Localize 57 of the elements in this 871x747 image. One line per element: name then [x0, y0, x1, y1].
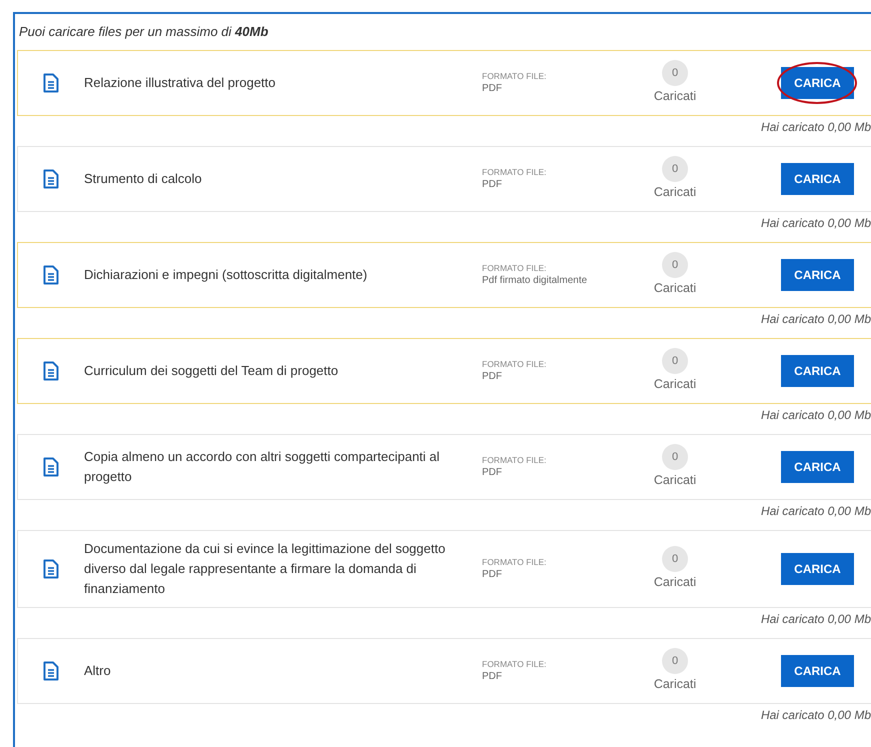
uploaded-size-note: Hai caricato 0,00 Mb — [760, 311, 871, 328]
upload-button[interactable]: CARICA — [781, 67, 854, 99]
uploaded-size-note: Hai caricato 0,00 Mb — [760, 611, 871, 628]
document-icon — [43, 661, 59, 681]
document-icon — [43, 169, 59, 189]
uploaded-size-note: Hai caricato 0,00 Mb — [760, 215, 871, 232]
uploaded-count-label: Caricati — [654, 376, 696, 394]
document-title: Altro — [84, 662, 112, 680]
file-format: PDF — [482, 670, 503, 684]
document-title: Documentazione da cui si evince la legittimazione del soggetto diverso dal legale rappresentante a firmare la domanda di finanziamento — [84, 540, 446, 598]
uploaded-count-label: Caricati — [654, 280, 696, 298]
upload-count-badge: 0 — [662, 444, 688, 470]
uploaded-count-label: Caricati — [654, 676, 696, 694]
uploaded-size-note: Hai caricato 0,00 Mb — [760, 503, 871, 520]
document-title: Dichiarazioni e impegni (sottoscritta digitalmente) — [84, 266, 368, 284]
format-label: FORMATO FILE: — [482, 556, 548, 568]
document-icon — [43, 559, 59, 579]
upload-count-badge: 0 — [662, 648, 688, 674]
upload-button[interactable]: CARICA — [781, 259, 854, 291]
format-label: FORMATO FILE: — [482, 70, 548, 82]
upload-count-badge: 0 — [662, 252, 688, 278]
upload-button[interactable]: CARICA — [781, 553, 854, 585]
file-format: PDF — [482, 466, 503, 480]
uploaded-count-label: Caricati — [654, 184, 696, 202]
uploaded-size-note: Hai caricato 0,00 Mb — [760, 119, 871, 136]
file-format: PDF — [482, 82, 503, 96]
file-format: PDF — [482, 370, 503, 384]
document-icon — [43, 361, 59, 381]
upload-count-badge: 0 — [662, 348, 688, 374]
format-label: FORMATO FILE: — [482, 454, 548, 466]
format-label: FORMATO FILE: — [482, 262, 548, 274]
upload-count-badge: 0 — [662, 60, 688, 86]
document-icon — [43, 457, 59, 477]
format-label: FORMATO FILE: — [482, 358, 548, 370]
uploaded-size-note: Hai caricato 0,00 Mb — [760, 707, 871, 724]
upload-button[interactable]: CARICA — [781, 655, 854, 687]
file-format: Pdf firmato digitalmente — [482, 274, 588, 288]
format-label: FORMATO FILE: — [482, 166, 548, 178]
document-icon — [43, 265, 59, 285]
upload-limit-note: Puoi caricare files per un massimo di 40Mb — [19, 23, 270, 40]
document-title: Copia almeno un accordo con altri soggetti compartecipanti al progetto — [84, 448, 441, 486]
upload-count-badge: 0 — [662, 156, 688, 182]
upload-button[interactable]: CARICA — [781, 451, 854, 483]
uploaded-count-label: Caricati — [654, 472, 696, 490]
format-label: FORMATO FILE: — [482, 658, 548, 670]
uploaded-count-label: Caricati — [654, 574, 696, 592]
upload-button[interactable]: CARICA — [781, 355, 854, 387]
upload-button[interactable]: CARICA — [781, 163, 854, 195]
document-icon — [43, 73, 59, 93]
file-format: PDF — [482, 178, 503, 192]
uploaded-count-label: Caricati — [654, 88, 696, 106]
document-title: Strumento di calcolo — [84, 170, 203, 188]
uploaded-size-note: Hai caricato 0,00 Mb — [760, 407, 871, 424]
upload-count-badge: 0 — [662, 546, 688, 572]
document-title: Curriculum dei soggetti del Team di progetto — [84, 362, 340, 380]
file-format: PDF — [482, 568, 503, 582]
document-title: Relazione illustrativa del progetto — [84, 74, 276, 92]
